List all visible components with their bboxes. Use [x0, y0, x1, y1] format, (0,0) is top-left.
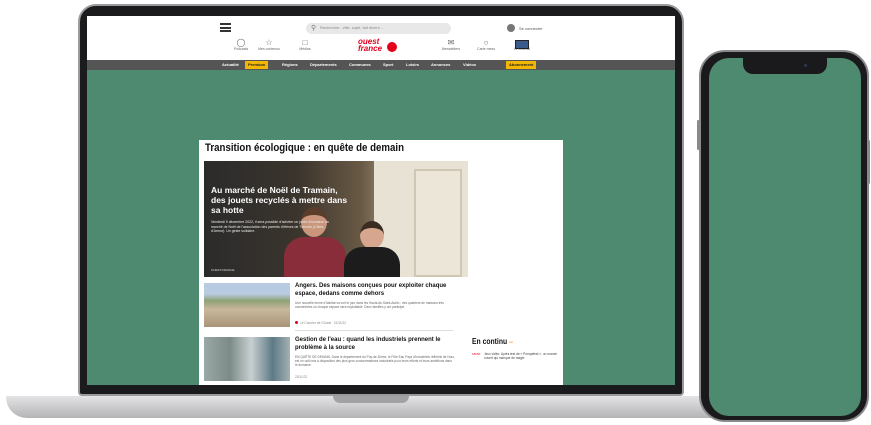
hero-photo-door [414, 169, 462, 277]
logo-mark [387, 42, 397, 52]
mes-contenus-link[interactable]: ☆ Mes contenus [255, 38, 283, 51]
mail-icon: ✉ [447, 38, 455, 47]
source-icon [295, 321, 298, 324]
podcasts-link[interactable]: ◯ Podcasts [227, 38, 255, 51]
medias-link[interactable]: □ Médias [291, 38, 319, 51]
laptop-screen: ⚲ Recherche : ville, sujet, fait divers.… [87, 16, 675, 385]
user-icon [507, 24, 515, 32]
story-meta: Le Courrier de l'Ouest · 23/11/22 [295, 321, 346, 325]
hero-photo-person [284, 207, 346, 277]
camera-icon [804, 64, 807, 67]
story-title[interactable]: Gestion de l'eau : quand les industriels… [295, 337, 455, 352]
list-item[interactable]: Angers. Des maisons conçues pour exploit… [204, 283, 454, 331]
pin-icon: ○ [483, 38, 489, 47]
nav-sport[interactable]: Sport [380, 61, 396, 69]
newsletters-link[interactable]: ✉ Newsletters [437, 38, 465, 51]
star-icon: ☆ [265, 38, 273, 47]
nav-abonnement[interactable]: Abonnement [506, 61, 537, 69]
nav-communes[interactable]: Communes [346, 61, 374, 69]
hero-credit: OUEST-FRANCE [211, 268, 235, 272]
hero-headline[interactable]: Au marché de Noël de Tramain, des jouets… [211, 185, 351, 215]
list-item[interactable]: 18h50 Jeux vidéo. Après test de « Pompaf… [472, 352, 558, 360]
account-label: Se connecter [519, 25, 543, 31]
search-icon: ⚲ [311, 25, 317, 32]
article-card: Transition écologique : en quête de dema… [199, 140, 563, 385]
story-summary: Une nouvelle forme d'habitat va voir le … [295, 301, 444, 310]
nav-annonces[interactable]: Annonces [428, 61, 453, 69]
ouest-france-logo[interactable]: ouest france [358, 38, 398, 56]
story-thumbnail[interactable] [204, 283, 290, 327]
phone-side-button [697, 120, 700, 150]
rss-icon[interactable]: ∼ [509, 339, 513, 346]
nav-loisirs[interactable]: Loisirs [403, 61, 422, 69]
nav-videos[interactable]: Vidéos [460, 61, 479, 69]
list-item[interactable]: Gestion de l'eau : quand les industriels… [204, 337, 455, 385]
en-continu-title: En continu ∼ [472, 337, 514, 346]
hamburger-menu-icon[interactable] [220, 23, 231, 32]
search-input[interactable]: ⚲ Recherche : ville, sujet, fait divers.… [306, 23, 451, 34]
laptop-notch [333, 396, 409, 403]
hero-summary: Vendredi 9 décembre 2022, il sera possib… [211, 220, 330, 233]
headphones-icon: ◯ [236, 38, 246, 47]
newspaper-icon [515, 40, 529, 49]
phone-side-button [867, 140, 870, 184]
nav-departements[interactable]: Départements [307, 61, 340, 69]
nav-actualite[interactable]: Actualité [219, 61, 242, 69]
nav-regions[interactable]: Régions [279, 61, 301, 69]
carte-link[interactable]: ○ Carte mess [472, 38, 500, 51]
account-button[interactable]: Se connecter [507, 24, 543, 32]
main-navigation: Actualité Premium Régions Départements C… [87, 60, 675, 70]
nav-premium[interactable]: Premium [245, 61, 269, 69]
phone-notch [743, 58, 827, 74]
site-header: ⚲ Recherche : ville, sujet, fait divers.… [87, 16, 675, 60]
en-continu-panel: En continu ∼ 18h50 Jeux vidéo. Après test… [472, 337, 558, 360]
phone-screen [709, 58, 861, 416]
section-title: Transition écologique : en quête de dema… [205, 142, 405, 154]
news-time: 18h50 [472, 352, 481, 356]
story-thumbnail[interactable] [204, 337, 290, 381]
hero-article[interactable]: Au marché de Noël de Tramain, des jouets… [204, 161, 468, 277]
news-text[interactable]: Jeux vidéo. Après test de « Pompafest »,… [484, 352, 558, 360]
story-title[interactable]: Angers. Des maisons conçues pour exploit… [295, 283, 455, 298]
story-meta: 23/11/22 [295, 375, 308, 379]
divider [295, 330, 453, 331]
search-placeholder: Recherche : ville, sujet, fait divers... [320, 25, 383, 30]
hero-photo-person [344, 221, 400, 277]
story-summary: EN QUÊTE DE DEMAIN. Dans le département … [295, 355, 455, 368]
folder-icon: □ [302, 38, 308, 47]
